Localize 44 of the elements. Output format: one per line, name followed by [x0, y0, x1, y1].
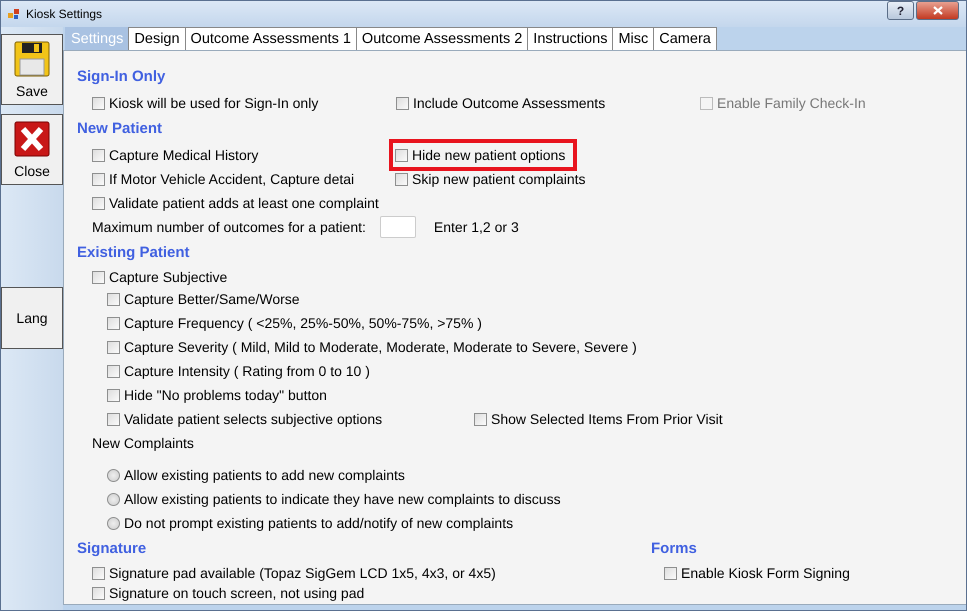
checkbox[interactable]: Signature on touch screen, not using pad [77, 583, 364, 603]
group-label: New Complaints [92, 435, 194, 451]
sidebar-button[interactable]: Close [1, 114, 63, 185]
tab[interactable]: Outcome Assessments 2 [356, 27, 528, 50]
tab[interactable]: Misc [612, 27, 654, 50]
checkbox[interactable]: Capture Better/Same/Worse [107, 289, 474, 309]
checkbox[interactable]: Capture Severity ( Mild, Mild to Moderate, Moderate, Moderate to Severe, Severe ) [107, 337, 637, 357]
checkbox[interactable]: Show Selected Items From Prior Visit [474, 409, 723, 429]
checkbox[interactable]: Capture Frequency ( <25%, 25%-50%, 50%-75%, >75% ) [107, 313, 482, 333]
checkbox[interactable]: Hide "No problems today" button [107, 385, 474, 405]
tab[interactable]: Camera [653, 27, 717, 50]
checkbox[interactable]: Capture Subjective [77, 267, 966, 287]
tab[interactable]: Instructions [527, 27, 614, 50]
app-icon [8, 8, 20, 20]
checkbox[interactable]: Signature pad available (Topaz SigGem LCD 1x5, 4x3, or 4x5) [77, 563, 496, 583]
section-heading: Sign-In Only [77, 67, 166, 87]
tab[interactable]: Design [128, 27, 186, 50]
section-heading: Signature [77, 539, 148, 559]
section-heading: Existing Patient [77, 243, 191, 263]
window-title: Kiosk Settings [26, 7, 102, 21]
sidebar-button[interactable]: Lang [1, 287, 63, 349]
hint-text: Enter 1,2 or 3 [434, 219, 519, 235]
radio-button[interactable]: Allow existing patients to indicate they have new complaints to discuss [77, 487, 966, 511]
input-field[interactable] [380, 216, 416, 238]
checkbox[interactable]: Capture Intensity ( Rating from 0 to 10 ) [107, 361, 474, 381]
checkbox[interactable]: Kiosk will be used for Sign-In only [92, 93, 396, 113]
radio-button[interactable]: Allow existing patients to add new complaints [77, 463, 966, 487]
checkbox[interactable]: Include Outcome Assessments [396, 93, 700, 113]
close-icon [14, 120, 50, 156]
checkbox[interactable]: If Motor Vehicle Accident, Capture detai [92, 167, 354, 191]
help-button[interactable]: ? [887, 1, 914, 20]
section-heading: New Patient [77, 119, 164, 139]
checkbox[interactable]: Validate patient adds at least one complaint [92, 191, 379, 215]
sidebar-button[interactable]: Save [1, 34, 63, 105]
close-icon [932, 6, 942, 15]
tab[interactable]: Outcome Assessments 1 [184, 27, 357, 50]
section-heading: Forms [651, 539, 698, 559]
checkbox[interactable]: Capture Medical History [92, 143, 258, 167]
checkbox[interactable]: Validate patient selects subjective options [107, 409, 474, 429]
checkbox[interactable]: Enable Kiosk Form Signing [651, 563, 850, 583]
checkbox[interactable]: Skip new patient complaints [395, 167, 586, 191]
close-button[interactable] [916, 1, 959, 20]
radio-button[interactable]: Do not prompt existing patients to add/notify of new complaints [77, 511, 966, 535]
field-label: Maximum number of outcomes for a patient: [92, 219, 366, 235]
